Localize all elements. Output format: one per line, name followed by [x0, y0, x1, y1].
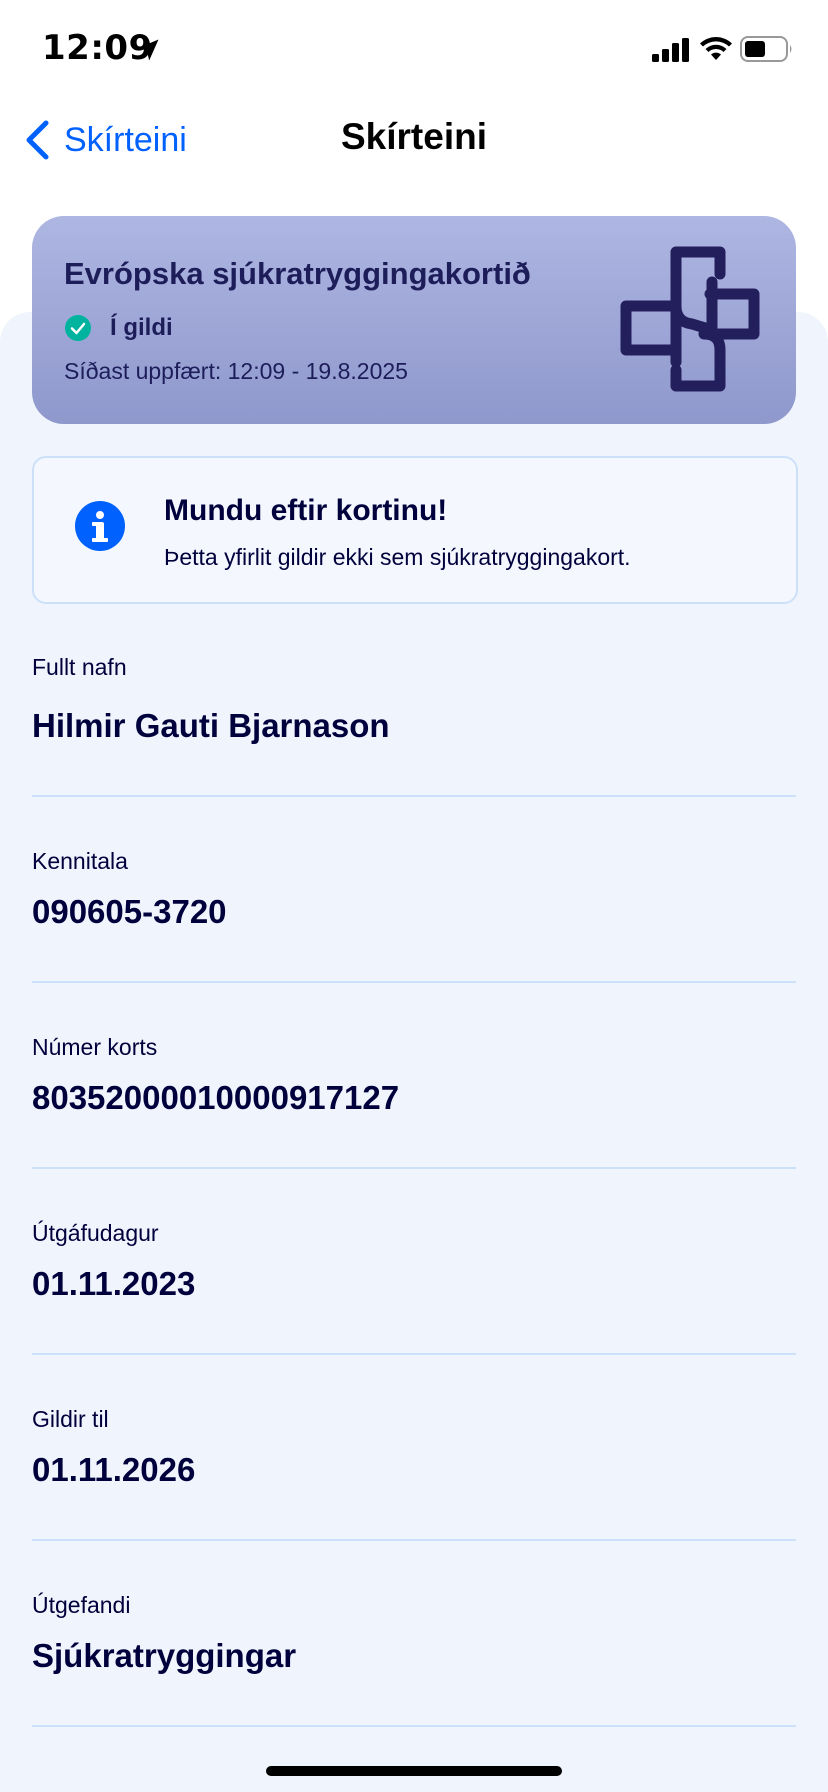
divider — [32, 795, 796, 797]
field-value: Sjúkratryggingar — [32, 1637, 297, 1674]
field-value: 80352000010000917127 — [32, 1079, 400, 1116]
battery-icon — [740, 36, 792, 62]
divider — [32, 1725, 796, 1727]
field-national-id: Kennitala 090605-3720 — [32, 848, 796, 931]
location-arrow-icon — [137, 39, 159, 61]
field-label: Númer korts — [32, 1034, 158, 1060]
field-value: 090605-3720 — [32, 893, 227, 930]
field-valid-until: Gildir til 01.11.2026 — [32, 1406, 796, 1489]
card-updated-timestamp: Síðast uppfært: 12:09 - 19.8.2025 — [64, 358, 408, 384]
field-label: Gildir til — [32, 1406, 109, 1432]
wifi-icon — [700, 37, 732, 60]
health-insurance-logo-icon — [620, 246, 760, 392]
field-card-number: Númer korts 80352000010000917127 — [32, 1034, 796, 1117]
status-bar: 12:09 — [0, 0, 828, 100]
divider — [32, 1539, 796, 1541]
info-icon — [75, 501, 125, 551]
divider — [32, 1353, 796, 1355]
divider — [32, 981, 796, 983]
home-indicator[interactable] — [266, 1766, 562, 1776]
field-label: Fullt nafn — [32, 654, 127, 680]
divider — [32, 1167, 796, 1169]
field-label: Útgefandi — [32, 1592, 131, 1618]
license-card: Evrópska sjúkratryggingakortið Í gildi S… — [32, 216, 796, 424]
card-title: Evrópska sjúkratryggingakortið — [64, 256, 531, 291]
alert-text: Þetta yfirlit gildir ekki sem sjúkratryg… — [164, 544, 631, 570]
check-circle-icon — [65, 315, 91, 341]
navigation-bar: Skírteini Skírteini — [0, 100, 828, 180]
field-label: Útgáfudagur — [32, 1220, 159, 1246]
field-value: 01.11.2023 — [32, 1265, 196, 1302]
card-status-text: Í gildi — [110, 314, 173, 341]
card-status: Í gildi — [64, 314, 173, 342]
field-value: Hilmir Gauti Bjarnason — [32, 707, 390, 744]
field-issue-date: Útgáfudagur 01.11.2023 — [32, 1220, 796, 1303]
alert-title: Mundu eftir kortinu! — [164, 494, 448, 527]
field-value: 01.11.2026 — [32, 1451, 196, 1488]
field-issuer: Útgefandi Sjúkratryggingar — [32, 1592, 796, 1675]
field-label: Kennitala — [32, 848, 128, 874]
field-full-name: Fullt nafn Hilmir Gauti Bjarnason — [32, 654, 796, 745]
info-alert: Mundu eftir kortinu! Þetta yfirlit gildi… — [32, 456, 798, 604]
page-title: Skírteini — [341, 116, 487, 157]
cellular-signal-icon — [652, 38, 689, 62]
